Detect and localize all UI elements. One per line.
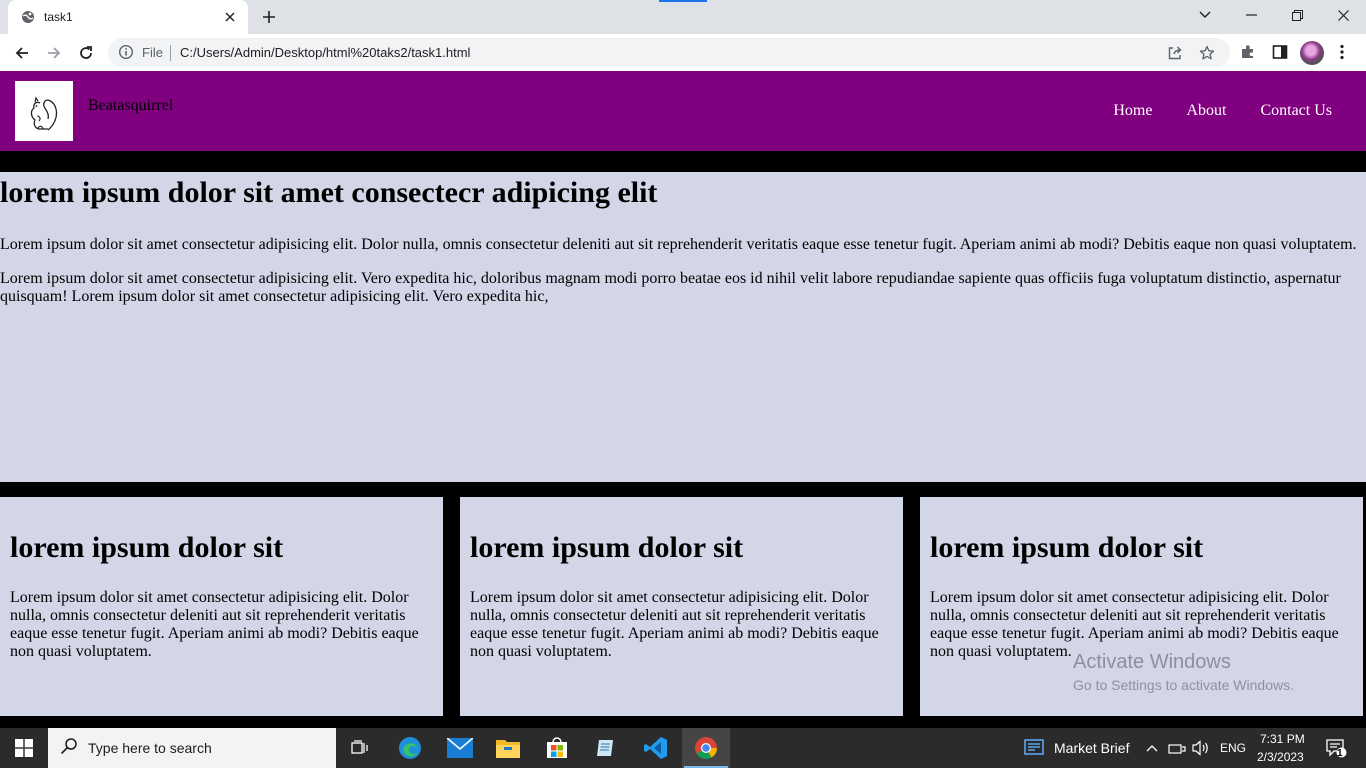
extensions-icon[interactable]	[1238, 42, 1258, 62]
squirrel-logo[interactable]	[15, 81, 73, 141]
card-2: lorem ipsum dolor sit Lorem ipsum dolor …	[460, 497, 903, 716]
bookmark-star-icon[interactable]	[1198, 44, 1216, 62]
search-placeholder: Type here to search	[88, 740, 212, 756]
vscode-icon[interactable]	[632, 728, 680, 768]
clock-time[interactable]: 7:31 PM	[1260, 732, 1305, 746]
chrome-icon[interactable]	[682, 728, 730, 768]
hero-paragraph-2: Lorem ipsum dolor sit amet consectetur a…	[0, 270, 1341, 305]
hero-section: lorem ipsum dolor sit amet consectecr ad…	[0, 172, 1366, 482]
nav-link-about[interactable]: About	[1186, 102, 1226, 120]
page-viewport: Beatasquirrel Home About Contact Us lore…	[0, 71, 1366, 728]
reload-button[interactable]	[72, 39, 100, 67]
watermark-subtitle: Go to Settings to activate Windows.	[1073, 677, 1294, 693]
restore-button[interactable]	[1274, 0, 1320, 30]
forward-button[interactable]	[40, 39, 68, 67]
new-tab-button[interactable]	[258, 6, 280, 28]
clock-date[interactable]: 2/3/2023	[1257, 750, 1304, 764]
task-view-icon[interactable]	[336, 728, 384, 768]
tab-search-button[interactable]	[1182, 0, 1228, 30]
tab-indicator	[659, 0, 707, 2]
mail-icon[interactable]	[436, 728, 484, 768]
taskbar-search-box[interactable]: Type here to search	[48, 728, 336, 768]
share-icon[interactable]	[1166, 44, 1184, 62]
profile-avatar[interactable]	[1300, 41, 1324, 65]
nav-link-home[interactable]: Home	[1113, 102, 1152, 120]
windows-taskbar: Type here to search Market Brief ENG 7:3…	[0, 728, 1366, 768]
activation-watermark: Activate Windows Go to Settings to activ…	[1073, 651, 1294, 693]
notepad-icon[interactable]	[582, 728, 630, 768]
url-scheme: File	[142, 45, 163, 60]
side-panel-icon[interactable]	[1270, 42, 1290, 62]
close-window-button[interactable]	[1320, 0, 1366, 30]
search-icon	[60, 737, 78, 760]
watermark-title: Activate Windows	[1073, 651, 1231, 673]
url-separator	[170, 45, 171, 61]
globe-icon	[20, 9, 36, 25]
browser-tab[interactable]: task1	[8, 0, 248, 34]
notification-center-icon[interactable]: 1	[1316, 728, 1356, 768]
tab-title: task1	[44, 10, 73, 24]
news-widget-icon[interactable]	[1020, 728, 1048, 768]
brand-name[interactable]: Beatasquirrel	[88, 97, 173, 115]
minimize-button[interactable]	[1228, 0, 1274, 30]
edge-icon[interactable]	[386, 728, 434, 768]
microsoft-store-icon[interactable]	[533, 728, 581, 768]
close-tab-icon[interactable]	[222, 9, 238, 25]
windows-start-icon[interactable]	[0, 728, 48, 768]
card-heading: lorem ipsum dolor sit	[930, 531, 1204, 564]
browser-toolbar: File C:/Users/Admin/Desktop/html%20taks2…	[0, 34, 1366, 71]
chevron-up-icon[interactable]	[1142, 728, 1162, 768]
card-1: lorem ipsum dolor sit Lorem ipsum dolor …	[0, 497, 443, 716]
network-icon[interactable]	[1166, 728, 1188, 768]
file-explorer-icon[interactable]	[484, 728, 532, 768]
back-button[interactable]	[8, 39, 36, 67]
hero-heading: lorem ipsum dolor sit amet consectecr ad…	[0, 176, 658, 209]
address-bar[interactable]: File C:/Users/Admin/Desktop/html%20taks2…	[108, 38, 1230, 67]
url-text[interactable]: C:/Users/Admin/Desktop/html%20taks2/task…	[180, 45, 470, 60]
news-widget-label[interactable]: Market Brief	[1054, 740, 1129, 756]
info-icon[interactable]	[118, 44, 134, 60]
hero-paragraph-1: Lorem ipsum dolor sit amet consectetur a…	[0, 236, 1357, 253]
notification-count: 1	[1337, 748, 1343, 759]
card-heading: lorem ipsum dolor sit	[470, 531, 744, 564]
nav-link-contact[interactable]: Contact Us	[1260, 102, 1332, 120]
card-text: Lorem ipsum dolor sit amet consectetur a…	[10, 589, 419, 660]
volume-icon[interactable]	[1190, 728, 1212, 768]
more-menu-icon[interactable]	[1332, 42, 1352, 62]
browser-tab-strip: task1	[0, 0, 1366, 34]
main-nav: Home About Contact Us	[1113, 102, 1366, 120]
card-text: Lorem ipsum dolor sit amet consectetur a…	[470, 589, 879, 660]
site-header: Beatasquirrel Home About Contact Us	[0, 71, 1366, 151]
language-indicator[interactable]: ENG	[1220, 741, 1246, 755]
card-heading: lorem ipsum dolor sit	[10, 531, 284, 564]
